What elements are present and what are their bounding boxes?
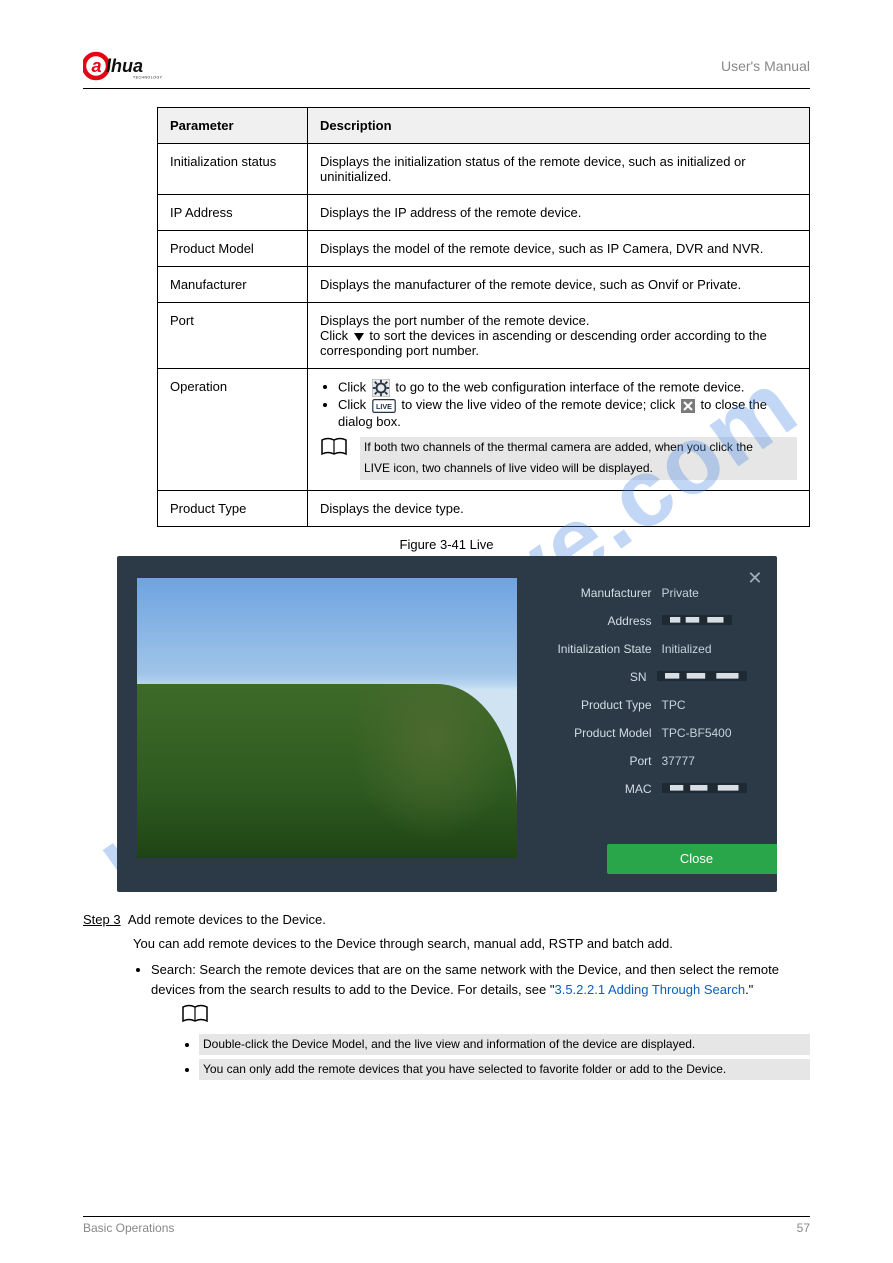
live-preview-image — [137, 578, 517, 858]
step-label: Step 3 — [83, 912, 121, 927]
field-label: MAC — [537, 782, 662, 796]
desc-cell: Displays the port number of the remote d… — [308, 303, 810, 369]
svg-text:a: a — [92, 56, 102, 76]
table-row: Port Displays the port number of the rem… — [158, 303, 810, 369]
gear-icon — [372, 379, 390, 397]
desc-cell: Displays the model of the remote device,… — [308, 231, 810, 267]
dialog-field-list: ManufacturerPrivate Address Initializati… — [537, 586, 747, 810]
table-row: Operation Click — [158, 369, 810, 491]
table-header-parameter: Parameter — [158, 108, 308, 144]
field-label: Address — [537, 614, 662, 628]
note-book-icon — [320, 437, 350, 480]
table-row: Manufacturer Displays the manufacturer o… — [158, 267, 810, 303]
param-cell: IP Address — [158, 195, 308, 231]
field-label: SN — [537, 670, 657, 684]
figure-caption: Figure 3-41 Live — [83, 537, 810, 552]
desc-cell: Displays the device type. — [308, 490, 810, 526]
step-title: Add remote devices to the Device. — [128, 912, 326, 927]
param-cell: Product Model — [158, 231, 308, 267]
note-text: If both two channels of the thermal came… — [360, 437, 797, 458]
param-cell: Manufacturer — [158, 267, 308, 303]
page-footer: Basic Operations 57 — [83, 1216, 810, 1235]
param-cell: Initialization status — [158, 144, 308, 195]
field-value: TPC-BF5400 — [662, 726, 747, 740]
table-row: IP Address Displays the IP address of th… — [158, 195, 810, 231]
footer-section: Basic Operations — [83, 1221, 174, 1235]
step-intro: You can add remote devices to the Device… — [133, 934, 810, 954]
live-dialog: ✕ ManufacturerPrivate Address Initializa… — [117, 556, 777, 892]
param-cell: Product Type — [158, 490, 308, 526]
svg-text:TECHNOLOGY: TECHNOLOGY — [133, 76, 163, 80]
param-cell: Port — [158, 303, 308, 369]
field-value: Private — [662, 586, 747, 600]
field-label: Product Type — [537, 698, 662, 712]
header-title: User's Manual — [183, 58, 810, 74]
page-header: a lhua TECHNOLOGY User's Manual — [83, 50, 810, 89]
field-label: Manufacturer — [537, 586, 662, 600]
cross-reference-link[interactable]: 3.5.2.2.1 Adding Through Search — [554, 982, 745, 997]
dialog-close-x[interactable]: ✕ — [747, 568, 762, 589]
svg-text:LIVE: LIVE — [376, 402, 392, 411]
field-label: Product Model — [537, 726, 662, 740]
parameter-table: Parameter Description Initialization sta… — [157, 107, 810, 527]
sort-triangle-icon — [354, 333, 364, 341]
live-icon: LIVE — [372, 397, 396, 414]
param-cell: Operation — [158, 369, 308, 491]
note-text: LIVE icon, two channels of live video wi… — [360, 458, 797, 479]
table-row: Product Model Displays the model of the … — [158, 231, 810, 267]
field-value-redacted — [662, 614, 747, 628]
desc-cell: Click — [308, 369, 810, 491]
field-value: TPC — [662, 698, 747, 712]
note-item: You can only add the remote devices that… — [199, 1059, 810, 1080]
field-label: Initialization State — [537, 642, 662, 656]
svg-text:lhua: lhua — [106, 56, 143, 76]
field-value-redacted — [662, 782, 747, 796]
table-row: Initialization status Displays the initi… — [158, 144, 810, 195]
step-bullet: Search: Search the remote devices that a… — [151, 960, 810, 1000]
logo: a lhua TECHNOLOGY — [83, 50, 183, 82]
step-block: Step 3 Add remote devices to the Device.… — [83, 910, 810, 1080]
desc-cell: Displays the initialization status of th… — [308, 144, 810, 195]
table-header-description: Description — [308, 108, 810, 144]
table-row: Product Type Displays the device type. — [158, 490, 810, 526]
field-value: 37777 — [662, 754, 747, 768]
note-book-icon — [181, 1004, 810, 1030]
field-label: Port — [537, 754, 662, 768]
note-item: Double-click the Device Model, and the l… — [199, 1034, 810, 1055]
desc-cell: Displays the manufacturer of the remote … — [308, 267, 810, 303]
footer-page-number: 57 — [797, 1221, 810, 1235]
desc-cell: Displays the IP address of the remote de… — [308, 195, 810, 231]
field-value: Initialized — [662, 642, 747, 656]
field-value-redacted — [657, 670, 747, 684]
close-button[interactable]: Close — [607, 844, 777, 874]
close-icon — [681, 398, 695, 414]
